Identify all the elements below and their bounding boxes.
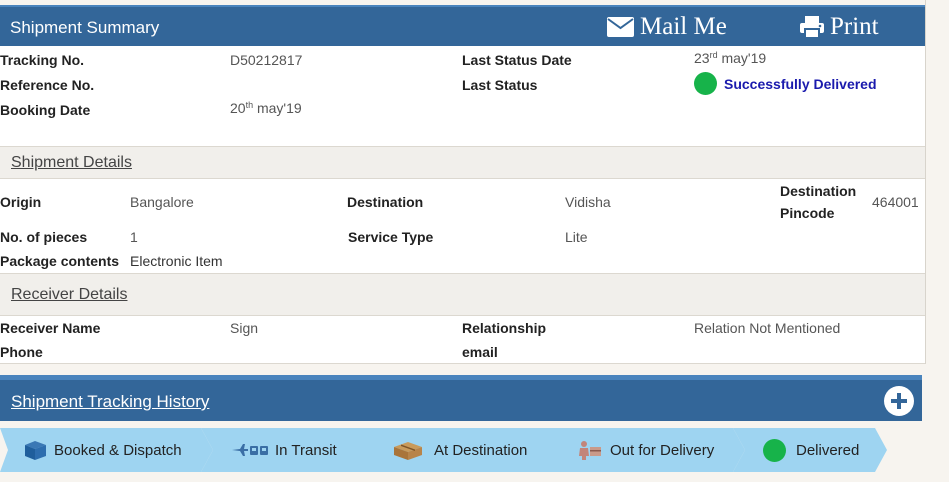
shipment-details-title: Shipment Details	[11, 154, 132, 171]
package-icon	[392, 439, 424, 461]
last-status-value: Successfully Delivered	[724, 75, 877, 92]
summary-header: Shipment Summary Mail Me Print	[0, 5, 925, 46]
booking-day: 20	[230, 100, 246, 116]
shipment-details-header: Shipment Details	[0, 146, 925, 179]
package-contents-label: Package contents	[0, 253, 120, 269]
print-button[interactable]: Print	[800, 12, 879, 42]
pieces-value: 1	[130, 229, 138, 245]
last-status-day-suffix: rd	[709, 50, 718, 60]
summary-card: Shipment Summary Mail Me Print Tracking …	[0, 0, 926, 364]
step-booked-dispatch[interactable]: Booked & Dispatch	[0, 428, 215, 472]
last-status-date: 23rd may'19	[694, 50, 766, 66]
shipment-details-body: Origin Bangalore Destination Vidisha Des…	[0, 179, 925, 273]
booking-date: 20th may'19	[230, 100, 302, 116]
tracking-steps: Booked & Dispatch In Transit At Destinat…	[0, 428, 949, 472]
receiver-details-title: Receiver Details	[11, 286, 128, 303]
receiver-name-label: Receiver Name	[0, 320, 101, 336]
expand-plus-icon[interactable]	[884, 386, 914, 416]
pieces-label: No. of pieces	[0, 229, 88, 245]
step-label: At Destination	[434, 441, 528, 459]
envelope-icon	[607, 17, 634, 37]
destination-value: Vidisha	[565, 194, 611, 210]
booking-day-suffix: th	[245, 100, 254, 110]
transport-icon	[231, 442, 269, 458]
receiver-name-value: Sign	[230, 320, 259, 336]
last-status: Successfully Delivered	[694, 72, 877, 95]
phone-label: Phone	[0, 344, 43, 360]
delivery-icon	[576, 439, 604, 461]
step-label: Delivered	[796, 441, 860, 459]
receiver-details-header: Receiver Details	[0, 273, 925, 316]
step-out-for-delivery[interactable]: Out for Delivery	[546, 428, 747, 472]
service-type-label: Service Type	[348, 229, 434, 245]
destination-label: Destination	[347, 194, 424, 210]
step-label: Booked & Dispatch	[54, 441, 182, 459]
last-status-month-year: may'19	[717, 50, 767, 66]
destination-pincode-label-line2: Pincode	[780, 205, 835, 221]
tracking-history-title[interactable]: Shipment Tracking History	[11, 392, 209, 412]
booking-month-year: may'19	[253, 100, 302, 116]
summary-body: Tracking No. D50212817 Reference No. Boo…	[0, 46, 925, 146]
step-at-destination[interactable]: At Destination	[357, 428, 561, 472]
mail-me-label: Mail Me	[640, 13, 727, 40]
tracking-label: Tracking No.	[0, 52, 85, 68]
summary-title: Shipment Summary	[10, 18, 160, 37]
last-status-day: 23	[694, 50, 710, 66]
box-icon	[23, 439, 48, 461]
package-contents-value: Electronic Item	[130, 253, 223, 269]
email-label: email	[462, 344, 498, 360]
origin-value: Bangalore	[130, 194, 194, 210]
origin-label: Origin	[0, 194, 42, 210]
booking-label: Booking Date	[0, 102, 91, 118]
print-label: Print	[830, 13, 879, 40]
step-label: Out for Delivery	[610, 441, 715, 459]
step-label: In Transit	[275, 441, 337, 459]
step-in-transit[interactable]: In Transit	[201, 428, 372, 472]
relationship-value: Relation Not Mentioned	[694, 320, 841, 336]
destination-pincode-label-line1: Destination	[780, 183, 857, 199]
printer-icon	[800, 16, 824, 38]
delivered-dot-icon	[763, 438, 786, 462]
status-dot-icon	[694, 72, 717, 95]
last-status-date-label: Last Status Date	[462, 52, 572, 68]
last-status-label: Last Status	[462, 77, 538, 93]
tracking-history-bar: Shipment Tracking History	[0, 375, 922, 421]
tracking-value: D50212817	[230, 52, 303, 68]
tracking-page: Shipment Summary Mail Me Print Tracking …	[0, 0, 949, 482]
relationship-label: Relationship	[462, 320, 547, 336]
step-delivered[interactable]: Delivered	[733, 428, 889, 472]
destination-pincode-value: 464001	[872, 194, 919, 210]
receiver-details-body: Receiver Name Sign Relationship Relation…	[0, 316, 925, 364]
service-type-value: Lite	[565, 229, 588, 245]
reference-label: Reference No.	[0, 77, 95, 93]
mail-me-button[interactable]: Mail Me	[607, 12, 727, 42]
